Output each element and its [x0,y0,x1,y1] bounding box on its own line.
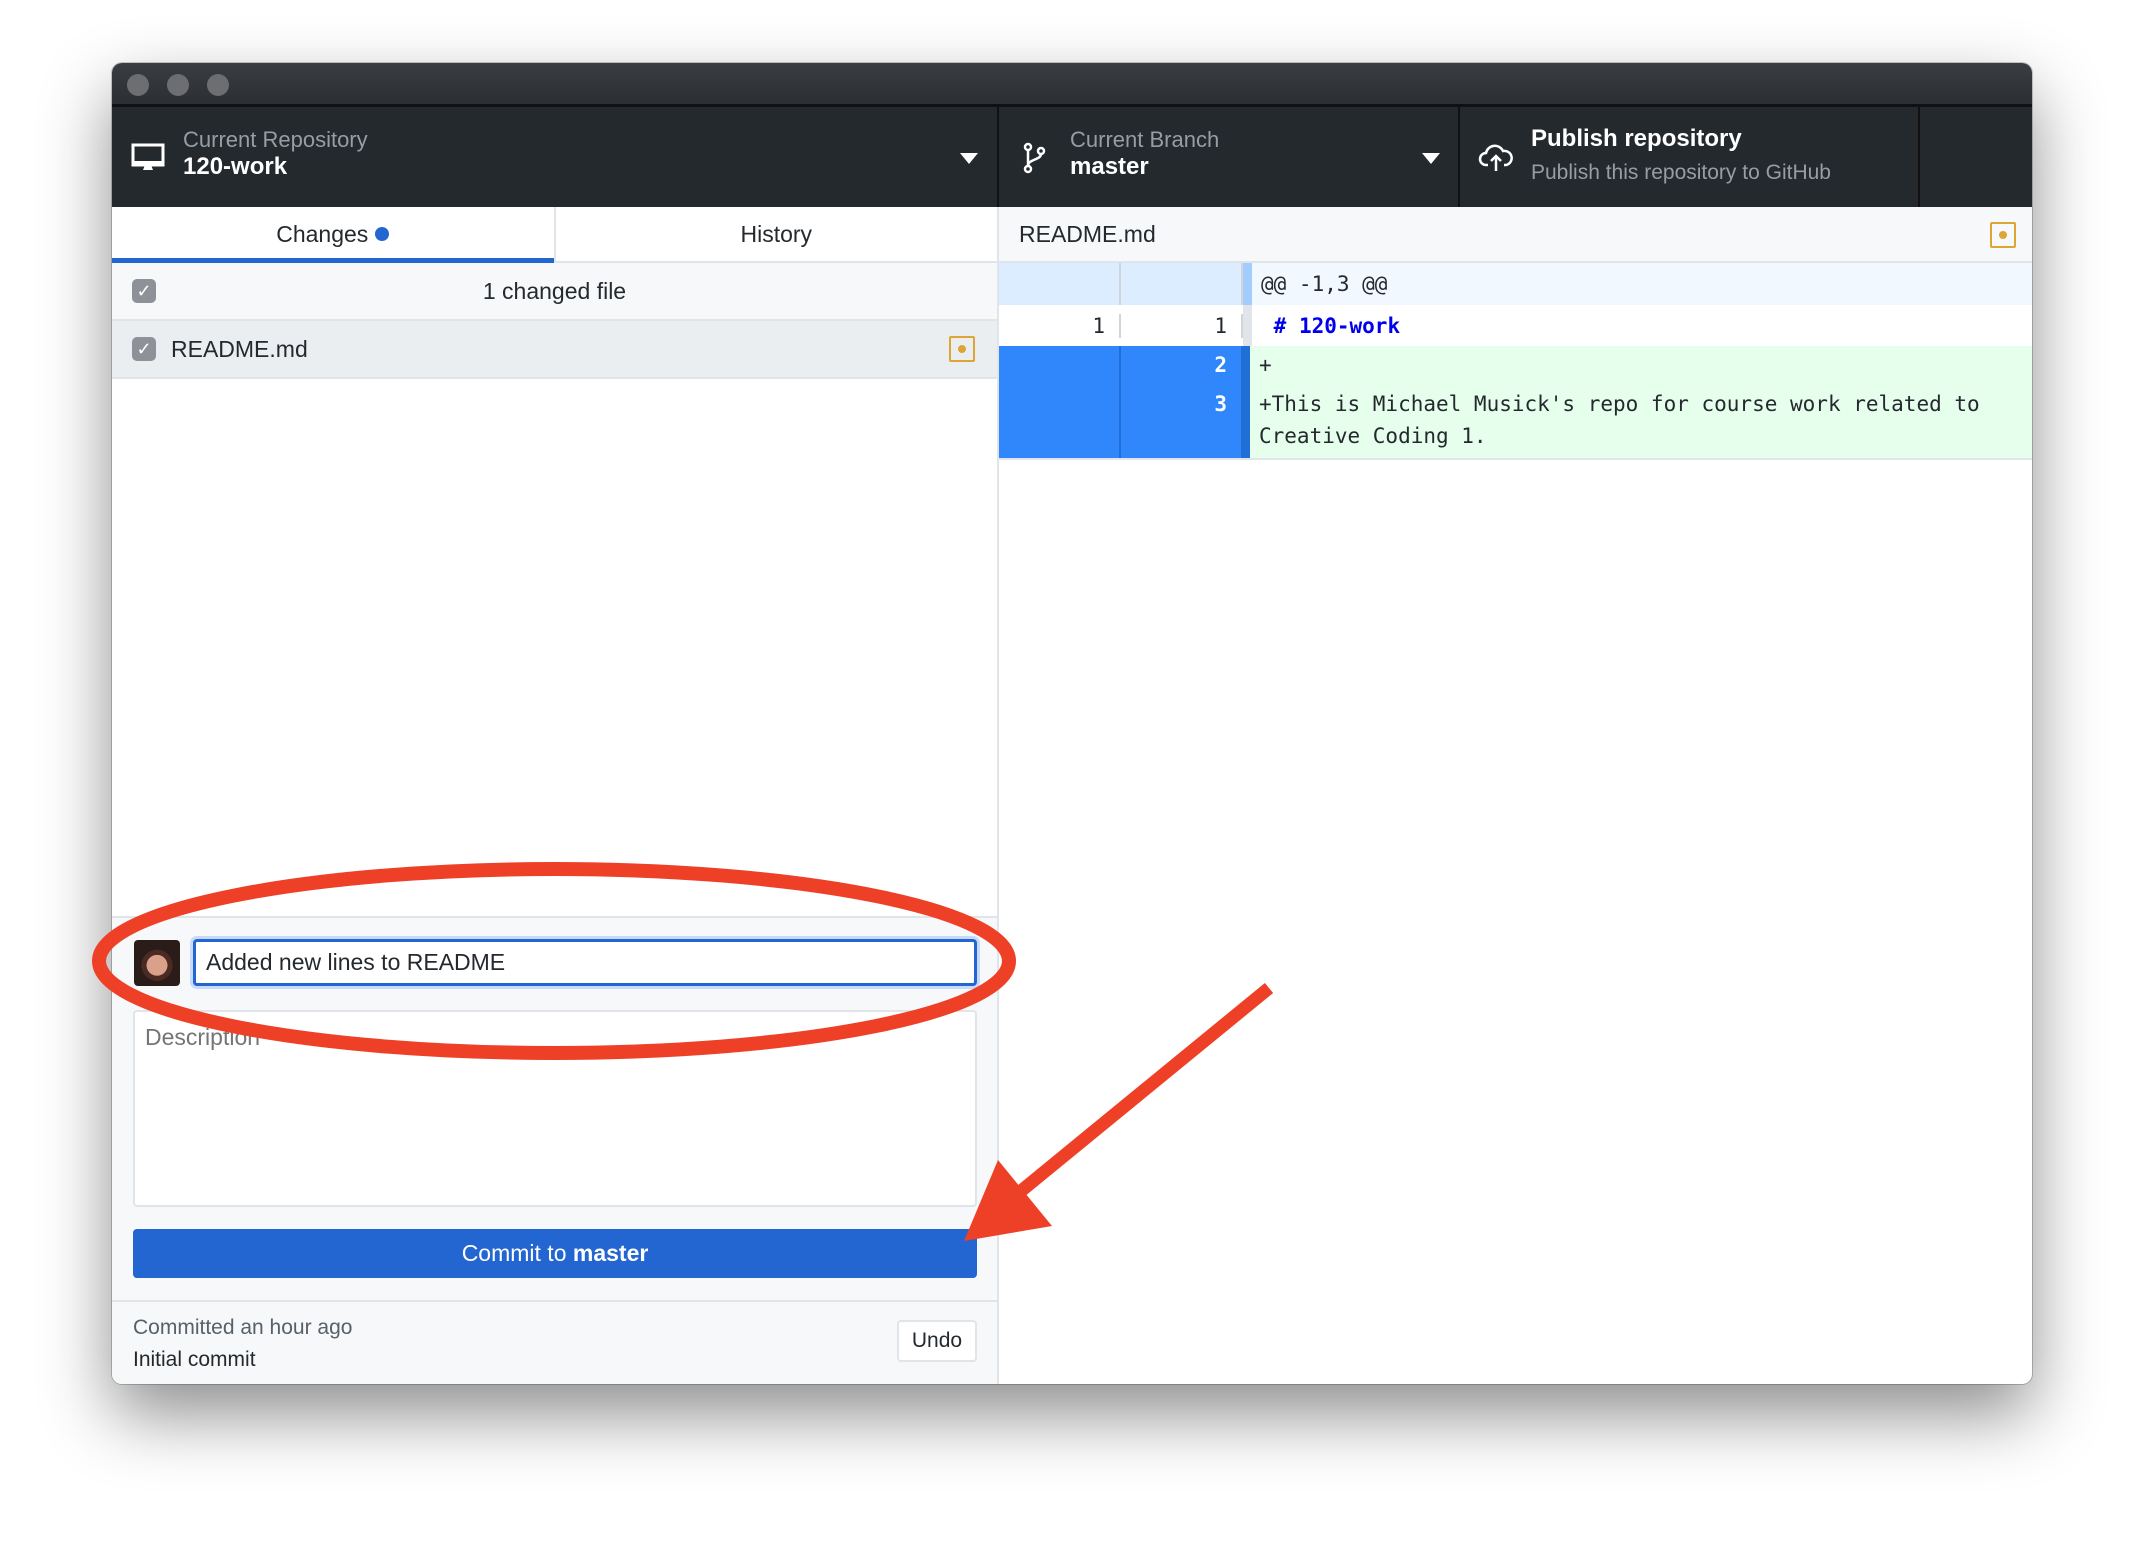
title-bar [112,63,2032,107]
new-line-number: 1 [1121,313,1243,338]
avatar [134,940,180,986]
line-text: # 120-work [1261,313,1401,338]
zoom-window-button[interactable] [207,74,229,96]
changed-files-count: 1 changed file [482,277,627,304]
tab-changes[interactable]: Changes [112,207,554,263]
diff-file-header: README.md [999,207,2032,263]
app-window: Current Repository 120-work Current Bran… [112,63,2032,1384]
toolbar: Current Repository 120-work Current Bran… [112,107,2032,207]
last-commit-time: Committed an hour ago [133,1316,353,1339]
tab-label: History [740,220,813,247]
tab-bar: Changes History [112,207,997,263]
close-window-button[interactable] [127,74,149,96]
file-name: README.md [171,335,308,362]
publish-repository-button[interactable]: Publish repository Publish this reposito… [1460,107,1920,207]
changed-files-header: ✓ 1 changed file [112,263,997,321]
diff-line[interactable]: 11 # 120-work [999,305,2032,346]
publish-title: Publish repository [1531,125,1742,152]
modified-icon [949,336,975,362]
hunk-text: @@ -1,3 @@ [1261,272,1388,296]
diff-added-block: 2 3 + +This is Michael Musick's repo for… [999,346,2032,460]
cloud-upload-icon [1478,144,1513,171]
publish-subtitle: Publish this repository to GitHub [1531,161,1831,184]
commit-form: Commit to master Committed an hour ago I… [112,916,997,1384]
repository-name: 120-work [183,153,288,180]
changes-indicator-dot [375,227,390,241]
undo-button[interactable]: Undo [897,1320,977,1362]
commit-button-branch: master [572,1240,649,1266]
current-repository-dropdown[interactable]: Current Repository 120-work [112,107,999,207]
chevron-down-icon [960,153,978,164]
new-line-number: 3 [1214,392,1227,416]
repository-label: Current Repository [183,127,368,152]
commit-summary-input[interactable] [193,939,977,986]
minimize-window-button[interactable] [167,74,189,96]
modified-icon [1990,222,2016,248]
branch-label: Current Branch [1070,127,1220,152]
diff-line[interactable]: + [1259,346,2022,384]
current-branch-dropdown[interactable]: Current Branch master [999,107,1460,207]
commit-button[interactable]: Commit to master [133,1229,977,1278]
file-list-item[interactable]: ✓ README.md [112,321,997,379]
diff-line[interactable]: +This is Michael Musick's repo for cours… [1259,384,2022,456]
commit-button-prefix: Commit to [461,1240,573,1266]
diff-file-name: README.md [1019,220,1156,247]
file-checkbox[interactable]: ✓ [132,337,156,361]
git-branch-icon [1023,142,1046,174]
diff-hunk-header: @@ -1,3 @@ [999,263,2032,305]
tab-label: Changes [276,220,369,247]
diff-pane: README.md @@ -1,3 @@ 11 # 120-work 2 3 +… [999,207,2032,1384]
changes-pane: Changes History ✓ 1 changed file ✓ READM… [112,207,999,1384]
chevron-down-icon [1422,153,1440,164]
branch-name: master [1070,153,1149,180]
last-commit-message: Initial commit [133,1348,256,1371]
commit-description-input[interactable] [133,1010,977,1207]
desktop-icon [131,143,165,170]
new-line-number: 2 [1214,353,1227,377]
tab-history[interactable]: History [553,207,998,261]
last-commit-footer: Committed an hour ago Initial commit Und… [112,1300,997,1384]
old-line-number: 1 [999,313,1121,338]
